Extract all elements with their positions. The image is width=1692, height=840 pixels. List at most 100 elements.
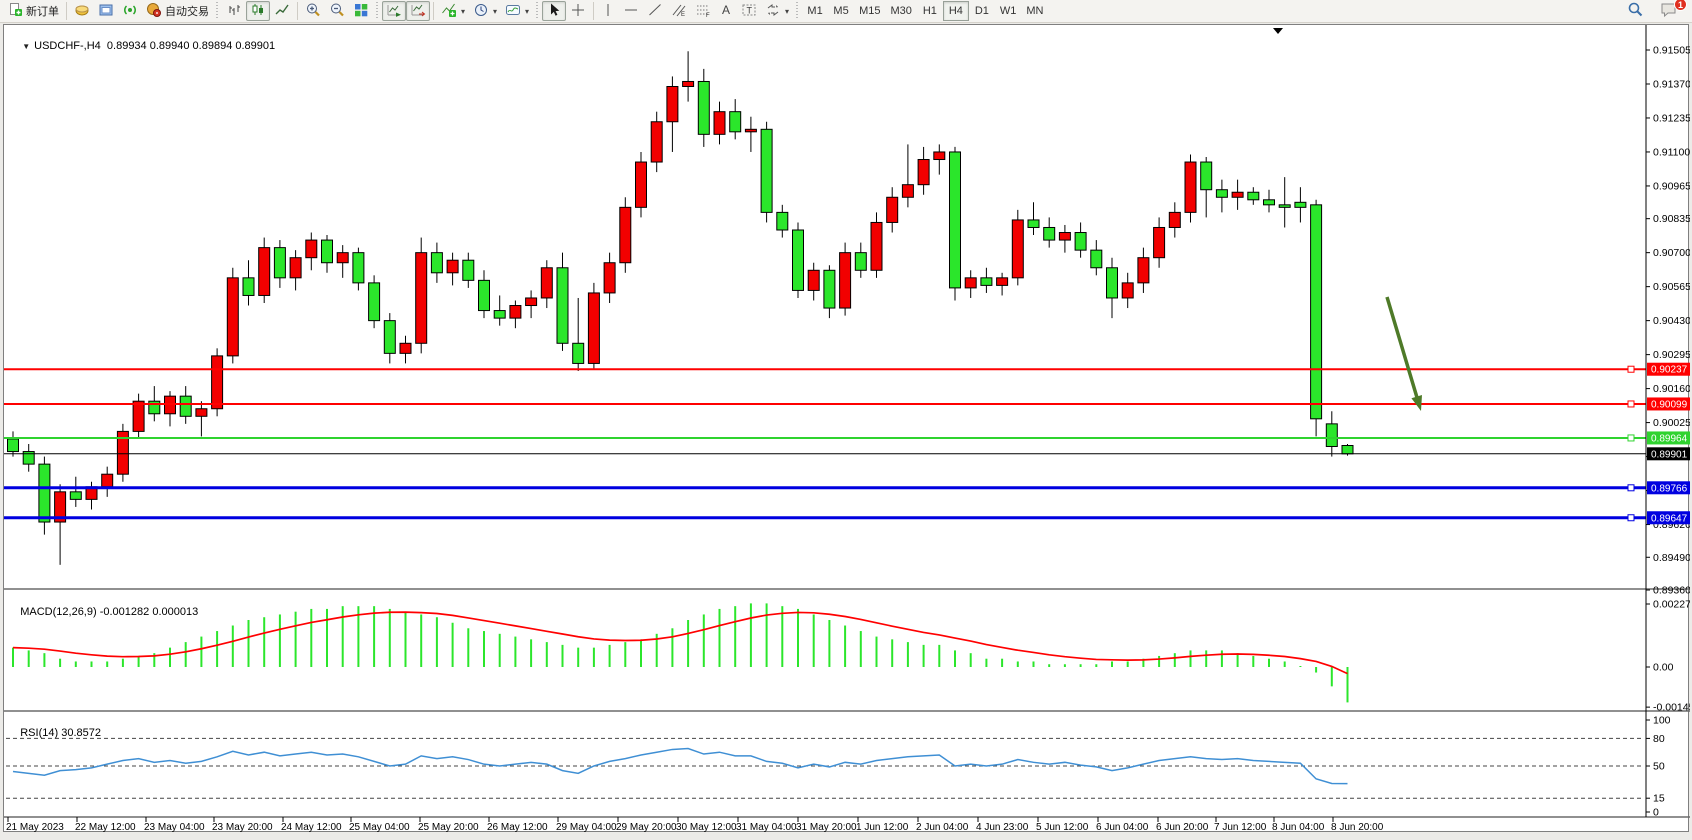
price-axis-label: 0.90160: [1653, 383, 1690, 395]
zoom-out-button[interactable]: [325, 1, 349, 21]
rsi-axis-label: 0: [1653, 807, 1659, 819]
chart-shift-button[interactable]: [406, 1, 430, 21]
price-axis-label: 0.89490: [1653, 552, 1690, 564]
price-axis-label: 0.91505: [1653, 45, 1690, 57]
auto-trading-icon: [146, 2, 162, 21]
hline-handle-0.89964[interactable]: [1628, 435, 1634, 441]
toolbar-grip: [795, 2, 800, 20]
time-axis-label: 23 May 20:00: [212, 822, 273, 833]
tile-windows-button[interactable]: [349, 1, 373, 21]
market-watch-button[interactable]: [70, 1, 94, 21]
rsi-axis-label: 15: [1653, 793, 1665, 805]
chart-canvas[interactable]: 0.915050.913700.912350.911000.909650.908…: [4, 25, 1690, 833]
vertical-line-tool[interactable]: [597, 1, 619, 21]
periods-button[interactable]: ▾: [469, 1, 501, 21]
chart-bars-button[interactable]: [222, 1, 246, 21]
time-axis-label: 24 May 12:00: [281, 822, 342, 833]
timeframe-m1-button[interactable]: M1: [802, 1, 828, 21]
label-tool[interactable]: T: [737, 1, 761, 21]
timeframe-m30-button[interactable]: M30: [885, 1, 916, 21]
time-axis-label: 7 Jun 12:00: [1214, 822, 1267, 833]
cursor-button[interactable]: [542, 1, 566, 21]
macd-signal-value: 0.000013: [152, 606, 198, 618]
svg-text:A: A: [722, 3, 730, 17]
macd-name: MACD(12,26,9): [20, 606, 96, 618]
chevron-down-icon: ▾: [785, 7, 789, 16]
timeframe-d1-button[interactable]: D1: [969, 1, 995, 21]
crosshair-button[interactable]: [566, 1, 590, 21]
timeframe-m5-button[interactable]: M5: [828, 1, 854, 21]
equidistant-channel-icon: E: [671, 2, 687, 21]
search-icon: [1627, 1, 1644, 21]
arrows-icon: [765, 2, 781, 21]
toolbar-grip: [535, 2, 540, 20]
time-axis-label: 22 May 12:00: [75, 822, 136, 833]
chevron-down-icon: ▾: [525, 7, 529, 16]
channel-tool[interactable]: E: [667, 1, 691, 21]
rsi-axis-label: 50: [1653, 761, 1665, 773]
line-chart-icon: [274, 2, 290, 21]
text-icon: A: [719, 2, 733, 21]
gold-icon: [74, 2, 90, 21]
new-order-icon: [8, 2, 23, 20]
templates-button[interactable]: ▾: [501, 1, 533, 21]
zoom-out-icon: [329, 2, 345, 21]
price-axis-label: 0.91370: [1653, 78, 1690, 90]
hline-handle-0.90237[interactable]: [1628, 366, 1634, 372]
price-axis-label: 0.90700: [1653, 247, 1690, 259]
chart-shift-marker[interactable]: [1273, 28, 1283, 34]
fibonacci-tool[interactable]: F: [691, 1, 715, 21]
timeframe-h1-button[interactable]: H1: [917, 1, 943, 21]
hline-handle-0.89647[interactable]: [1628, 515, 1634, 521]
timeframe-m15-button[interactable]: M15: [854, 1, 885, 21]
svg-text:E: E: [681, 12, 685, 18]
auto-scroll-button[interactable]: [382, 1, 406, 21]
time-axis-label: 6 Jun 04:00: [1096, 822, 1149, 833]
time-axis-label: 25 May 20:00: [418, 822, 479, 833]
time-axis-label: 31 May 04:00: [736, 822, 797, 833]
arrows-tool[interactable]: ▾: [761, 1, 793, 21]
crosshair-icon: [570, 2, 586, 21]
trend-arrow[interactable]: [1387, 297, 1418, 401]
chart-line-button[interactable]: [270, 1, 294, 21]
vertical-line-icon: [601, 2, 615, 21]
trendline-icon: [647, 2, 663, 21]
timeframe-w1-button[interactable]: W1: [995, 1, 1022, 21]
chart-title-row[interactable]: ▼USDCHF-,H4 0.89934 0.89940 0.89894 0.89…: [10, 28, 275, 64]
timeframe-h4-button[interactable]: H4: [943, 1, 969, 21]
price-axis-label: 0.91235: [1653, 112, 1690, 124]
trendline-tool[interactable]: [643, 1, 667, 21]
signals-button[interactable]: [118, 1, 142, 21]
auto-scroll-icon: [386, 2, 402, 21]
auto-trading-button[interactable]: 自动交易: [142, 1, 213, 21]
macd-axis-label: -0.001451: [1653, 702, 1690, 714]
indicators-button[interactable]: ▾: [437, 1, 469, 21]
macd-main-value: -0.001282: [100, 606, 150, 618]
new-order-button[interactable]: 新订单: [4, 1, 63, 21]
data-window-button[interactable]: [94, 1, 118, 21]
text-tool[interactable]: A: [715, 1, 737, 21]
zoom-in-button[interactable]: [301, 1, 325, 21]
price-tag-text: 0.89964: [1651, 433, 1688, 444]
time-axis-label: 8 Jun 04:00: [1272, 822, 1325, 833]
rsi-axis-label: 80: [1653, 733, 1665, 745]
time-axis-label: 5 Jun 12:00: [1036, 822, 1089, 833]
data-window-icon: [98, 2, 114, 21]
price-tag-text: 0.89901: [1651, 449, 1688, 460]
hline-handle-0.89766[interactable]: [1628, 485, 1634, 491]
toolbar-grip: [215, 2, 220, 20]
separator: [297, 2, 298, 20]
separator: [433, 2, 434, 20]
chart-symbol-period: USDCHF-,H4: [34, 40, 101, 52]
price-axis-label: 0.90965: [1653, 180, 1690, 192]
hline-handle-0.90099[interactable]: [1628, 401, 1634, 407]
svg-text:F: F: [706, 13, 710, 18]
price-axis-label: 0.90295: [1653, 349, 1690, 361]
timeframe-mn-button[interactable]: MN: [1021, 1, 1048, 21]
cursor-arrow-icon: [546, 2, 562, 21]
notifications-button[interactable]: 1: [1656, 1, 1682, 21]
chart-candles-button[interactable]: [246, 1, 270, 21]
search-button[interactable]: [1623, 1, 1648, 21]
template-icon: [505, 2, 521, 21]
horizontal-line-tool[interactable]: [619, 1, 643, 21]
